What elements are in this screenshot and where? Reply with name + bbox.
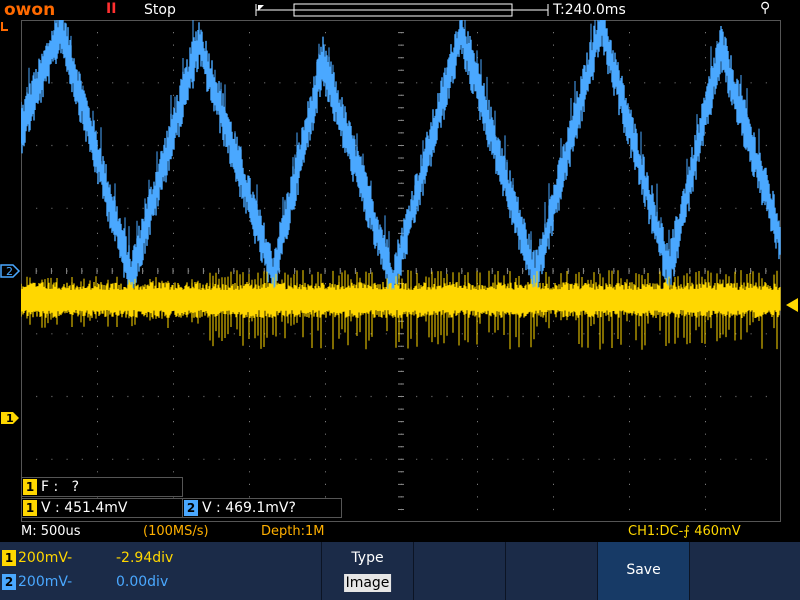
measure-ch1-vpp: 1V : 451.4mV [21,498,183,518]
timebase-readout[interactable]: M: 500us [21,523,81,541]
save-button[interactable]: Save [597,542,689,600]
svg-text:1: 1 [6,412,14,425]
sample-rate-readout: (100MS/s) [143,524,209,539]
menu-button-3[interactable] [413,542,505,600]
ch2-offset-marker: 2 [0,264,21,278]
timebase-position[interactable]: T:240.0ms [553,2,626,18]
memory-depth-readout: Depth:1M [261,524,325,539]
ch2-settings[interactable]: 2 200mV- 0.00div [2,573,168,591]
bottom-menu: 1 200mV- -2.94div 2 200mV- 0.00div Type Im… [0,542,800,600]
measure-ch1-frequency: 1F : ? [21,477,183,497]
top-bar: owon II Stop T:240.0ms ⚲ [0,0,800,20]
type-menu-button[interactable]: Type Image [321,542,413,600]
pause-icon[interactable]: II [106,1,116,17]
trigger-position-marker [1,22,8,31]
status-bar: M: 500us (100MS/s) Depth:1M CH1:DC-⨍ 460… [0,523,800,541]
ch1-settings[interactable]: 1 200mV- -2.94div [2,549,173,567]
menu-button-6[interactable] [689,542,800,600]
rising-edge-icon: ⨍ [683,524,691,539]
ch1-offset-marker: 1 [1,412,19,425]
memory-position-bar[interactable] [254,3,550,17]
brand-logo: owon [4,0,56,20]
trigger-readout[interactable]: CH1:DC-⨍ 460mV [628,523,741,541]
traces [21,20,781,350]
run-state[interactable]: Stop [144,2,176,18]
trigger-level-marker [786,298,798,312]
menu-button-4[interactable] [505,542,597,600]
waveform-display[interactable] [21,20,781,522]
svg-text:2: 2 [6,265,13,278]
channel-markers: 2 1 [0,22,21,425]
usb-icon: ⚲ [760,0,771,16]
measure-ch2-vpp: 2V : 469.1mV? [182,498,342,518]
